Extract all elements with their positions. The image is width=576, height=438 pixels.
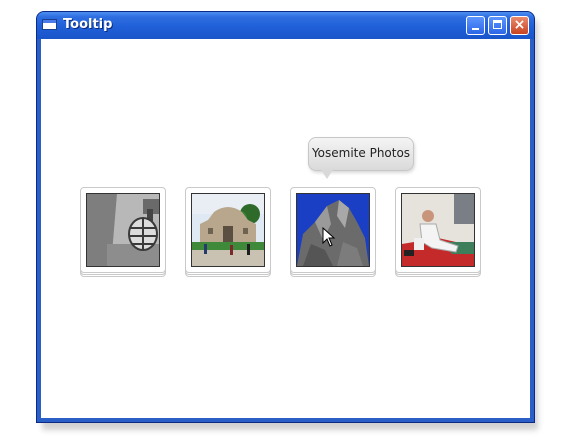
close-button[interactable]: × <box>510 16 529 35</box>
tooltip-tail <box>321 170 333 179</box>
photo-lamp[interactable] <box>86 193 160 267</box>
photo-karate[interactable] <box>401 193 475 267</box>
tooltip-text: Yosemite Photos <box>311 146 411 160</box>
photo-frame-karate[interactable] <box>395 187 481 277</box>
title-bar[interactable]: Tooltip × <box>37 12 534 39</box>
mouse-cursor-icon <box>322 226 336 251</box>
close-icon: × <box>513 17 526 33</box>
minimize-button[interactable] <box>466 16 485 35</box>
client-area: Yosemite Photos <box>41 39 530 418</box>
window-title: Tooltip <box>63 17 113 32</box>
maximize-button[interactable] <box>488 16 507 35</box>
tooltip: Yosemite Photos <box>308 137 414 179</box>
app-window[interactable]: Tooltip × Yosemite Photos <box>36 11 535 423</box>
minimize-icon <box>472 28 479 30</box>
photo-alamo[interactable] <box>191 193 265 267</box>
photo-frame-lamp[interactable] <box>80 187 166 277</box>
maximize-icon <box>493 20 502 29</box>
app-icon <box>42 19 57 30</box>
photo-frame-alamo[interactable] <box>185 187 271 277</box>
